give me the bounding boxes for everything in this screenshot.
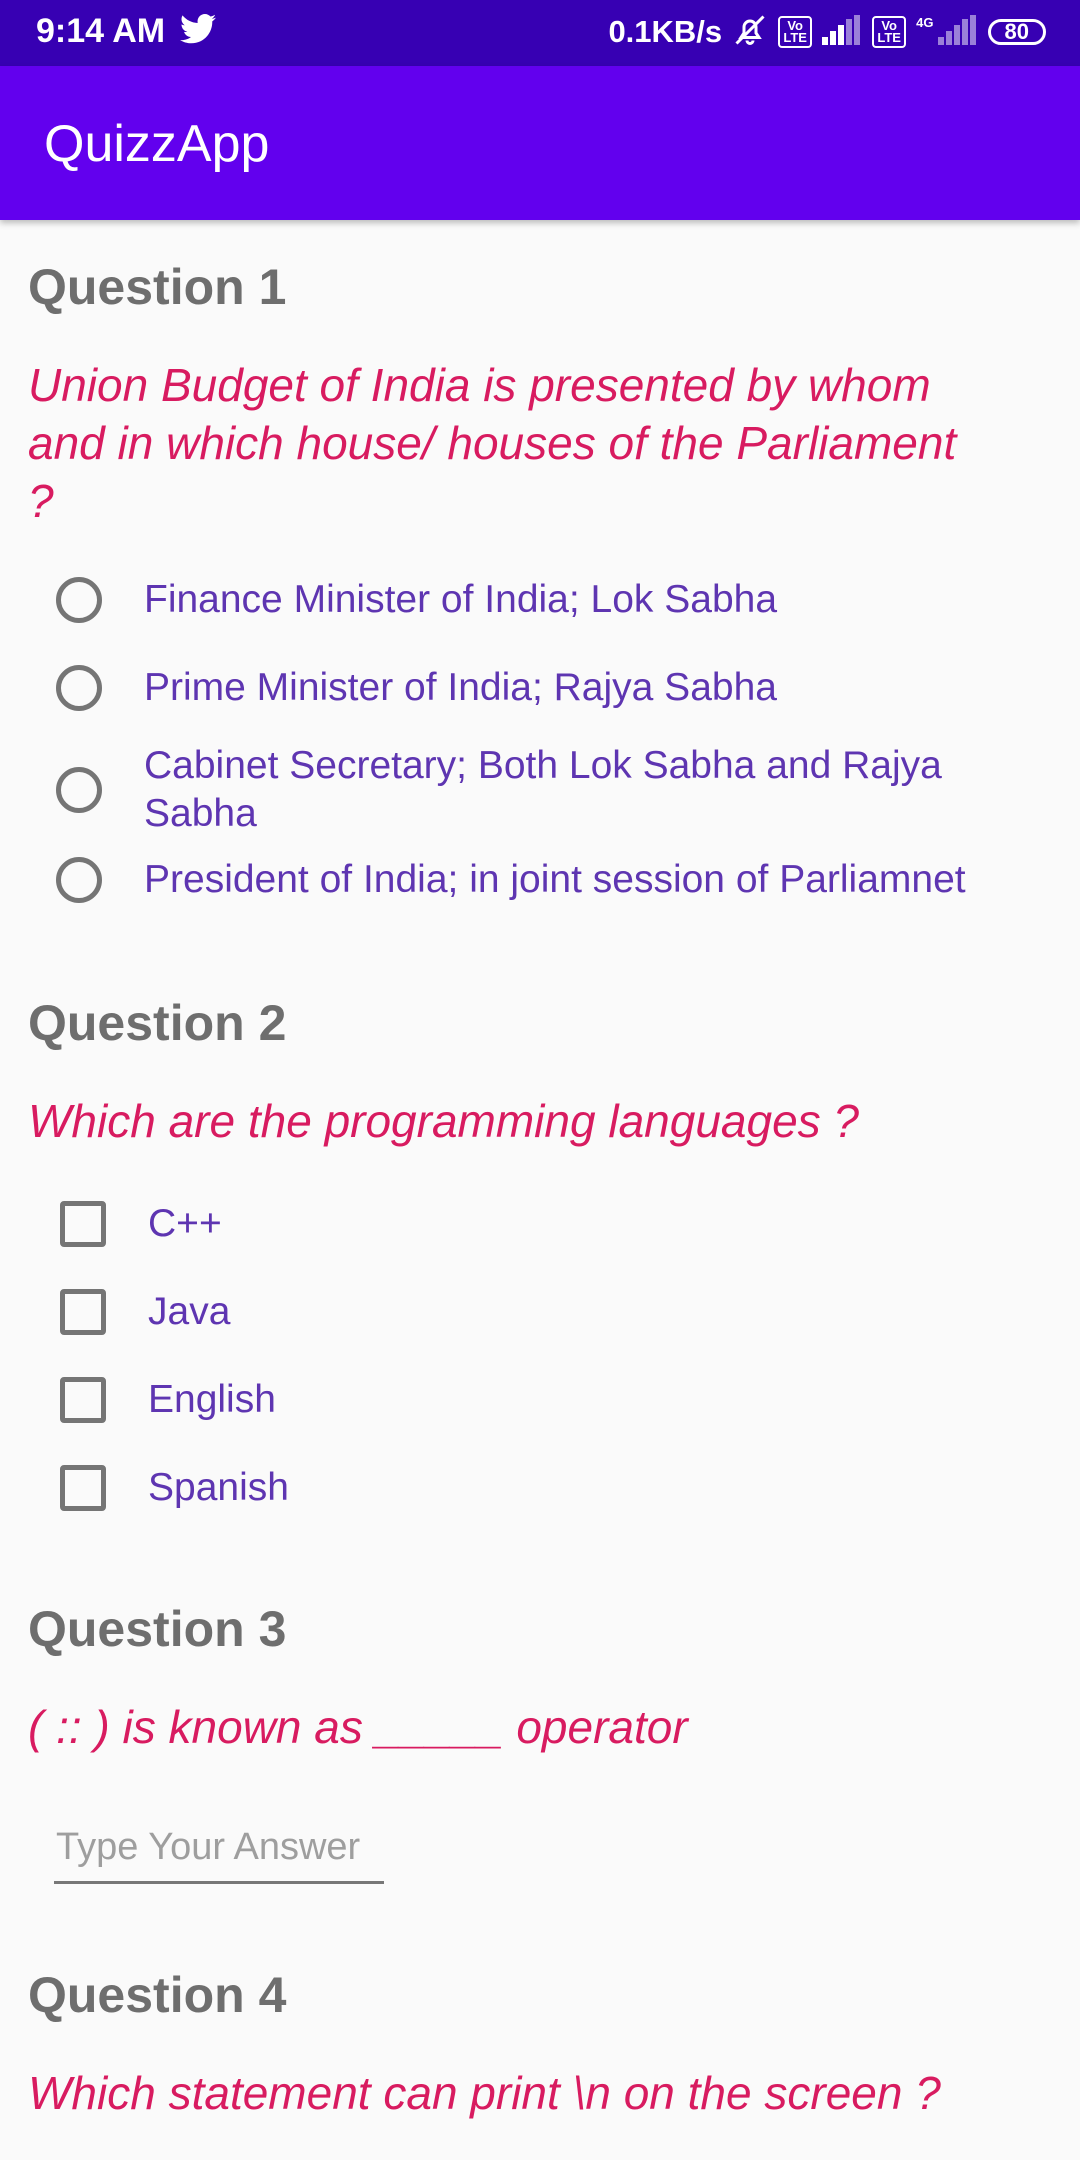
question-1-option-4[interactable]: President of India; in joint session of … (56, 856, 1036, 904)
radio-button[interactable] (56, 857, 102, 903)
battery-icon: 80 (987, 19, 1046, 45)
question-2-option-2[interactable]: Java (56, 1288, 1036, 1336)
volte-icon-2: Vo LTE (872, 16, 907, 48)
question-4-heading: Question 4 (28, 1967, 287, 2023)
radio-button[interactable] (56, 577, 102, 623)
option-label: Java (148, 1290, 231, 1333)
network-speed: 0.1KB/s (608, 14, 723, 49)
question-2-option-1[interactable]: C++ (56, 1200, 1036, 1248)
checkbox[interactable] (60, 1201, 106, 1247)
status-time: 9:14 AM (36, 12, 166, 50)
checkbox[interactable] (60, 1465, 106, 1511)
question-4-text: Which statement can print \n on the scre… (28, 2067, 941, 2119)
network-type: 4G (916, 14, 934, 30)
question-3-heading: Question 3 (28, 1601, 287, 1657)
mute-bell-icon (732, 12, 768, 53)
app-bar: QuizzApp (0, 66, 1080, 220)
question-1-option-2[interactable]: Prime Minister of India; Rajya Sabha (56, 664, 1036, 712)
question-1-option-3[interactable]: Cabinet Secretary; Both Lok Sabha and Ra… (56, 742, 1036, 838)
option-label: C++ (148, 1202, 222, 1245)
option-label: English (148, 1378, 276, 1421)
twitter-icon (180, 14, 216, 49)
volte-icon: Vo LTE (778, 16, 813, 48)
question-2-option-3[interactable]: English (56, 1376, 1036, 1424)
radio-button[interactable] (56, 767, 102, 813)
signal-icon (822, 14, 862, 50)
checkbox[interactable] (60, 1289, 106, 1335)
question-1-text: Union Budget of India is presented by wh… (28, 359, 957, 527)
question-2-text: Which are the programming languages ? (28, 1095, 860, 1147)
option-label: Cabinet Secretary; Both Lok Sabha and Ra… (144, 744, 942, 835)
question-2-heading: Question 2 (28, 995, 287, 1051)
status-icons: 0.1KB/s Vo LTE Vo LTE 4G 80 (608, 10, 1046, 54)
question-1-option-1[interactable]: Finance Minister of India; Lok Sabha (56, 576, 1036, 624)
radio-button[interactable] (56, 665, 102, 711)
status-bar: 9:14 AM 0.1KB/s Vo LTE Vo LTE 4G 80 (0, 0, 1080, 66)
checkbox[interactable] (60, 1377, 106, 1423)
question-1-heading: Question 1 (28, 259, 287, 315)
option-label: Spanish (148, 1466, 289, 1509)
answer-input[interactable] (54, 1814, 384, 1884)
question-3-text: ( :: ) is known as _____ operator (28, 1701, 688, 1753)
option-label: Finance Minister of India; Lok Sabha (144, 578, 778, 621)
option-label: President of India; in joint session of … (144, 858, 966, 901)
app-title: QuizzApp (44, 115, 270, 173)
signal-icon-2 (937, 14, 978, 50)
option-label: Prime Minister of India; Rajya Sabha (144, 666, 777, 709)
question-2-option-4[interactable]: Spanish (56, 1464, 1036, 1512)
